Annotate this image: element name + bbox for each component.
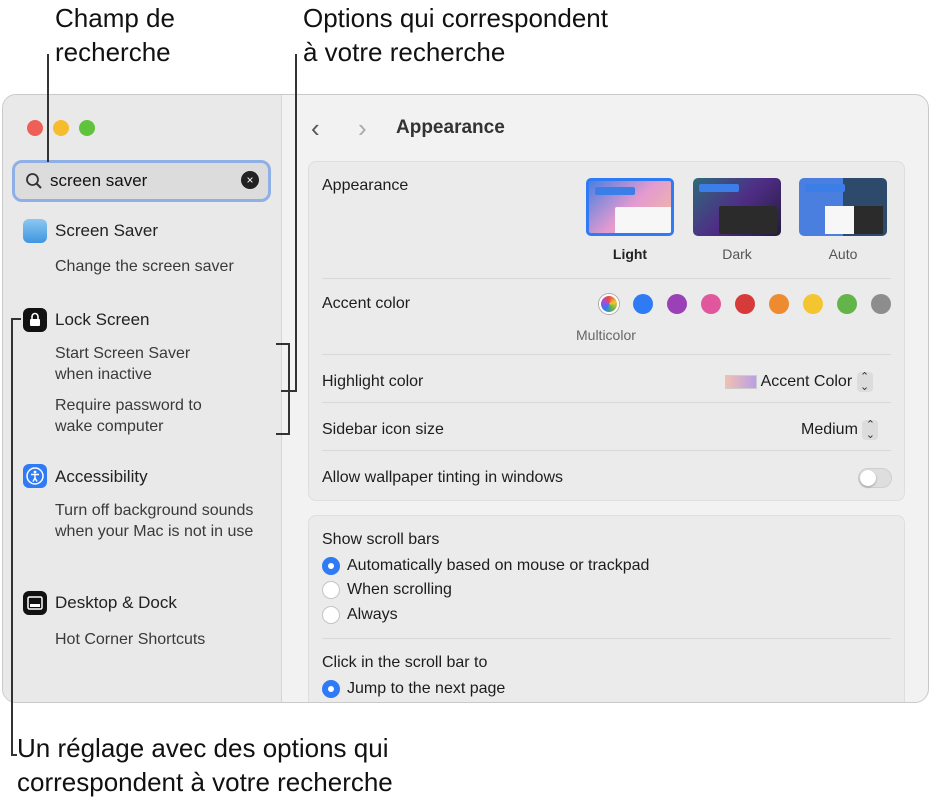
chevron-updown-icon: ⌃ ⌄ xyxy=(856,372,873,393)
highlight-swatch xyxy=(725,375,757,389)
callout-line xyxy=(11,318,13,756)
appearance-panel: Appearance Light Dark Auto Accent color xyxy=(308,161,905,501)
theme-label-dark: Dark xyxy=(722,246,752,262)
accent-pink-swatch[interactable] xyxy=(701,294,721,314)
accent-red-swatch[interactable] xyxy=(735,294,755,314)
scroll-when-scrolling-label: When scrolling xyxy=(347,581,452,598)
scroll-always-label: Always xyxy=(347,606,398,623)
scroll-auto-radio[interactable] xyxy=(322,557,340,575)
forward-button[interactable]: › xyxy=(358,113,367,144)
chevron-updown-icon: ⌃ ⌄ xyxy=(862,420,879,441)
sidebar-icon-size-value: Medium xyxy=(801,421,858,439)
accent-caption: Multicolor xyxy=(576,327,636,343)
callout-line xyxy=(47,54,49,162)
divider xyxy=(322,450,891,451)
sidebar-icon-size-label: Sidebar icon size xyxy=(322,421,444,438)
jump-next-page-radio[interactable] xyxy=(322,680,340,698)
divider xyxy=(322,638,891,639)
sidebar-sub-option[interactable]: Start Screen Saver when inactive xyxy=(55,343,215,385)
toggle-knob xyxy=(860,470,876,486)
callout-text: Un réglage avec des options qui xyxy=(17,733,389,763)
jump-next-page-label: Jump to the next page xyxy=(347,680,506,697)
accessibility-icon xyxy=(23,464,47,488)
callout-text: correspondent à votre recherche xyxy=(17,767,393,797)
highlight-color-popup[interactable]: Accent Color ⌃ ⌄ xyxy=(725,372,873,393)
sidebar-sub-option[interactable]: Hot Corner Shortcuts xyxy=(55,629,265,650)
desktop-dock-icon xyxy=(23,591,47,615)
search-input[interactable] xyxy=(50,169,240,193)
scroll-auto-label: Automatically based on mouse or trackpad xyxy=(347,557,650,574)
accent-purple-swatch[interactable] xyxy=(667,294,687,314)
theme-auto[interactable] xyxy=(799,178,887,236)
accent-orange-swatch[interactable] xyxy=(769,294,789,314)
callout-bracket xyxy=(276,343,290,345)
divider xyxy=(322,354,891,355)
divider xyxy=(322,278,891,279)
sidebar-item-screen-saver[interactable]: Screen Saver xyxy=(55,221,158,241)
accent-blue-swatch[interactable] xyxy=(633,294,653,314)
lock-icon xyxy=(23,308,47,332)
scroll-bars-title: Show scroll bars xyxy=(322,531,440,548)
scroll-bars-panel: Show scroll bars Automatically based on … xyxy=(308,515,905,702)
sidebar-sub-option[interactable]: Change the screen saver xyxy=(55,256,265,277)
callout-line xyxy=(11,318,21,320)
accent-multicolor-swatch[interactable] xyxy=(599,294,619,314)
callout-matching-options: Options qui correspondent à votre recher… xyxy=(303,1,608,69)
wallpaper-tinting-toggle[interactable] xyxy=(858,468,892,488)
accent-yellow-swatch[interactable] xyxy=(803,294,823,314)
minimize-window-button[interactable] xyxy=(53,120,69,136)
theme-light[interactable] xyxy=(586,178,674,236)
callout-line xyxy=(11,754,17,756)
click-scroll-bar-title: Click in the scroll bar to xyxy=(322,654,488,671)
sidebar-icon-size-popup[interactable]: Medium ⌃ ⌄ xyxy=(801,420,879,441)
sidebar-item-accessibility[interactable]: Accessibility xyxy=(55,467,148,487)
theme-label-light: Light xyxy=(612,246,648,262)
clear-search-icon[interactable]: × xyxy=(241,171,259,189)
callout-text: à votre recherche xyxy=(303,37,506,67)
zoom-window-button[interactable] xyxy=(79,120,95,136)
settings-window: × Screen Saver Change the screen saver L… xyxy=(2,94,929,703)
wallpaper-tinting-label: Allow wallpaper tinting in windows xyxy=(322,469,564,486)
close-window-button[interactable] xyxy=(27,120,43,136)
search-icon xyxy=(26,173,42,189)
search-field[interactable]: × xyxy=(12,160,271,202)
callout-bracket xyxy=(276,433,290,435)
sidebar-item-lock-screen[interactable]: Lock Screen xyxy=(55,310,150,330)
back-button[interactable]: ‹ xyxy=(311,113,320,144)
screen-saver-icon xyxy=(23,219,47,243)
callout-text: Champ de xyxy=(55,3,175,33)
callout-text: recherche xyxy=(55,37,171,67)
callout-bracket xyxy=(288,343,290,435)
callout-line xyxy=(295,54,297,390)
sidebar-sub-option[interactable]: Require password to wake computer xyxy=(55,395,225,437)
divider xyxy=(322,402,891,403)
sidebar-sub-option[interactable]: Turn off background sounds when your Mac… xyxy=(55,500,265,542)
callout-search-field: Champ de recherche xyxy=(55,1,175,69)
sidebar-item-desktop-dock[interactable]: Desktop & Dock xyxy=(55,593,177,613)
theme-dark[interactable] xyxy=(693,178,781,236)
accent-green-swatch[interactable] xyxy=(837,294,857,314)
highlight-color-label: Highlight color xyxy=(322,373,424,390)
callout-text: Options qui correspondent xyxy=(303,3,608,33)
accent-graphite-swatch[interactable] xyxy=(871,294,891,314)
scroll-when-scrolling-radio[interactable] xyxy=(322,581,340,599)
page-title: Appearance xyxy=(396,117,505,138)
theme-label-auto: Auto xyxy=(828,246,858,262)
main-content: ‹ › Appearance Appearance Light Dark Aut… xyxy=(283,95,928,702)
appearance-label: Appearance xyxy=(322,177,409,194)
scroll-always-radio[interactable] xyxy=(322,606,340,624)
highlight-value: Accent Color xyxy=(760,373,853,391)
accent-color-label: Accent color xyxy=(322,295,411,312)
sidebar: × Screen Saver Change the screen saver L… xyxy=(3,95,282,702)
callout-matching-setting: Un réglage avec des options qui correspo… xyxy=(17,731,393,799)
